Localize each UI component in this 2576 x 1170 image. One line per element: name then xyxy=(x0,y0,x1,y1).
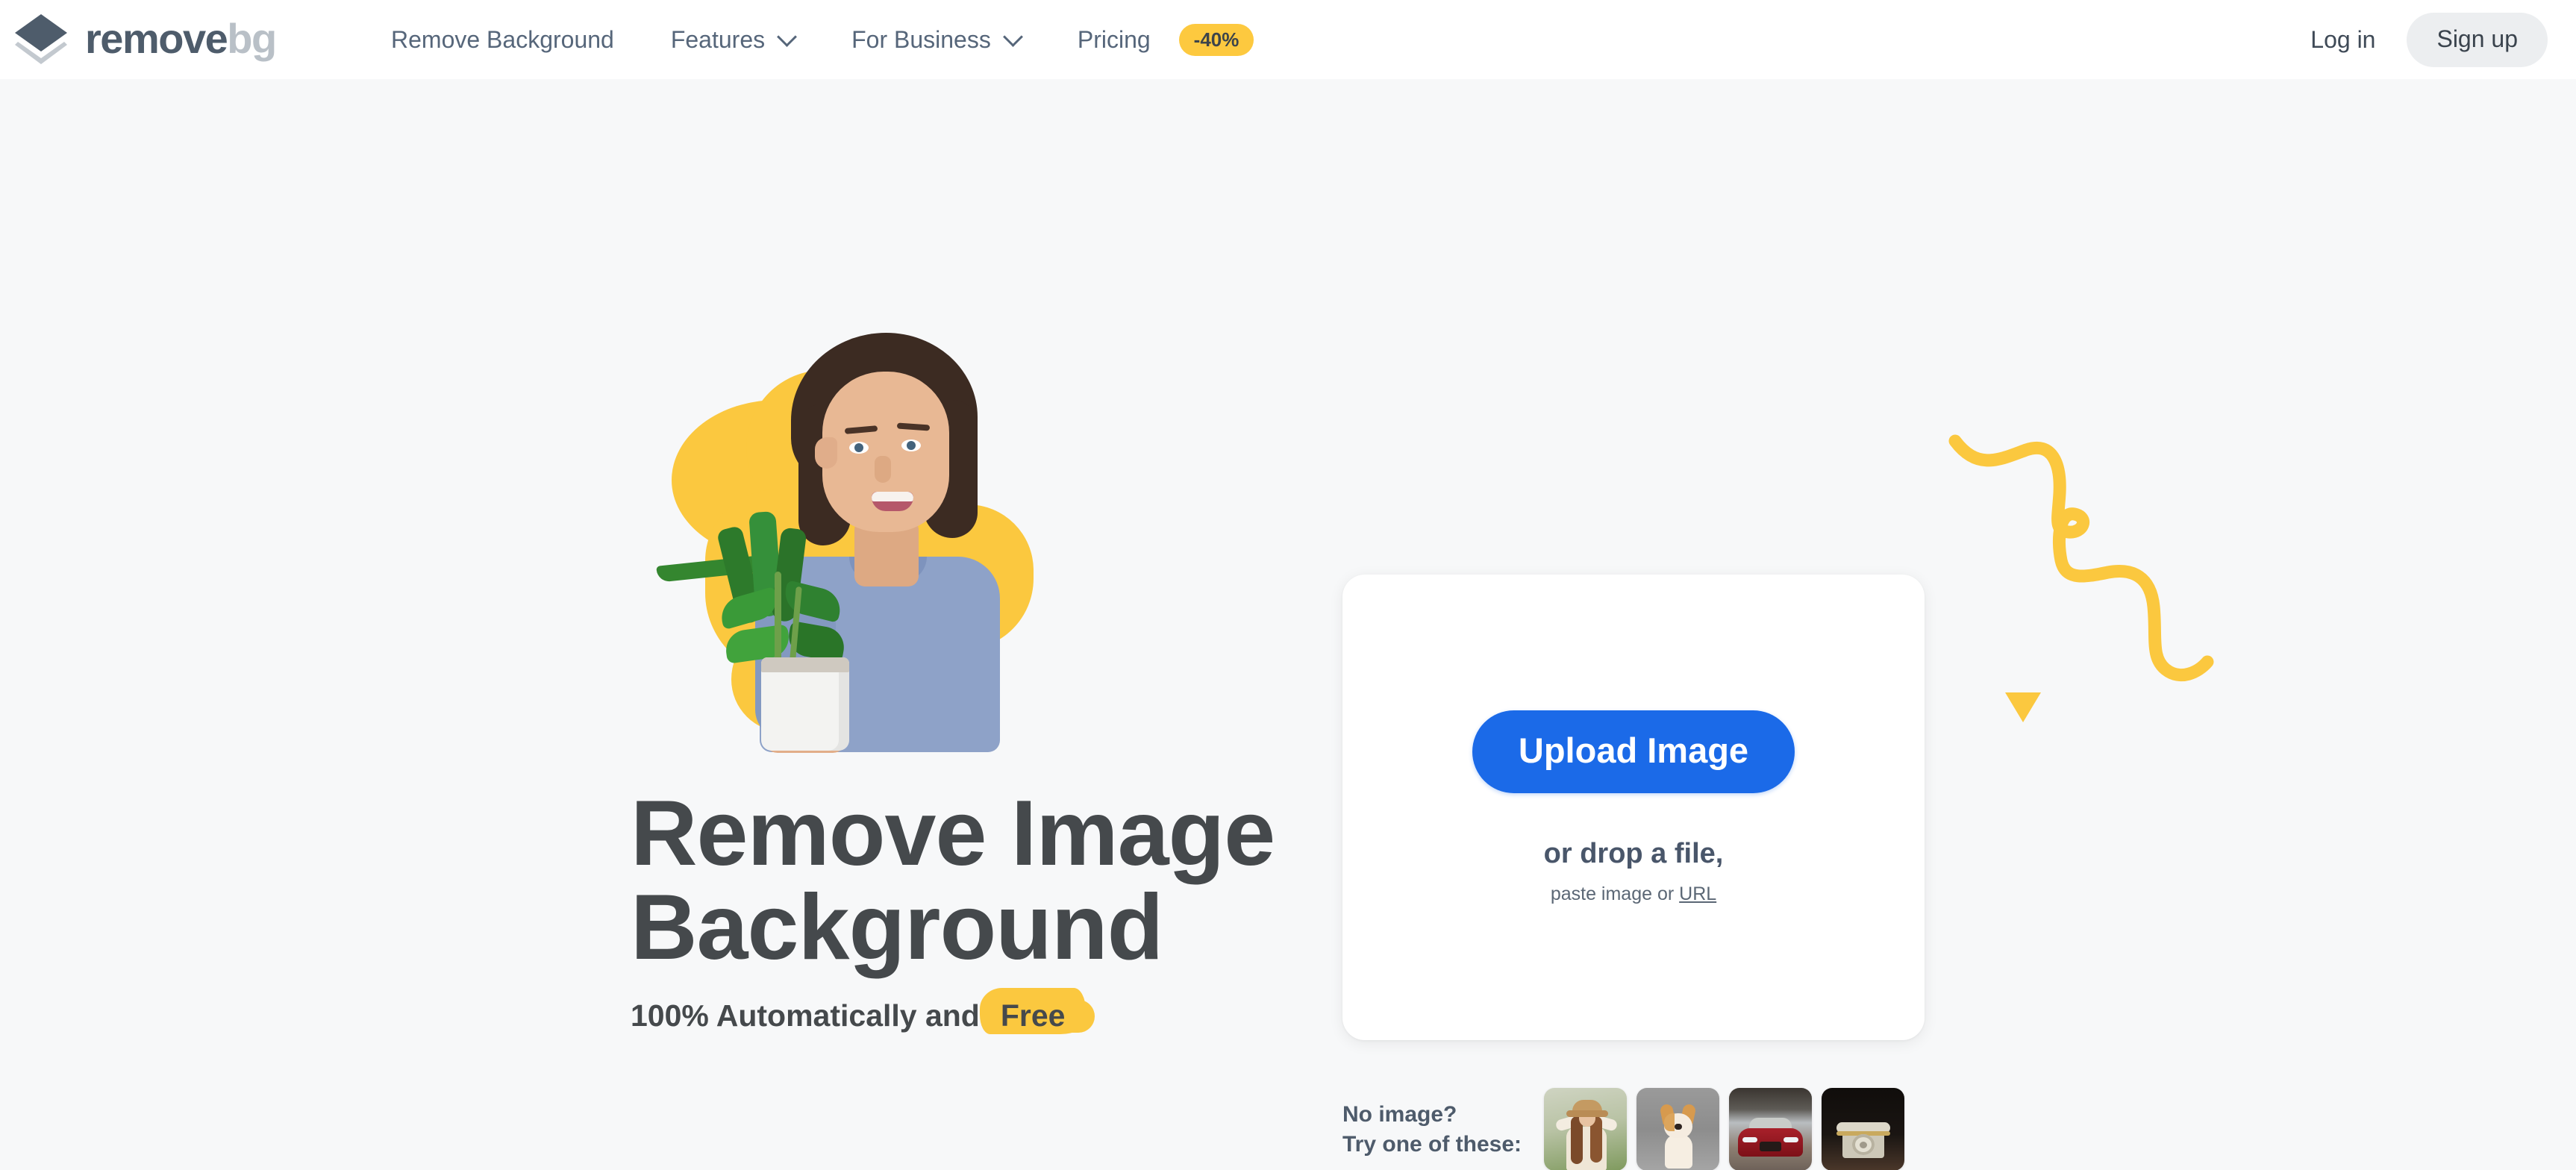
sample-images-section: No image? Try one of these: xyxy=(1342,1088,1904,1170)
nav-item-pricing[interactable]: Pricing -40% xyxy=(1049,0,1283,79)
nav-label: Features xyxy=(670,25,766,53)
free-label: Free xyxy=(1000,998,1066,1033)
subtitle-text: 100% Automatically and xyxy=(631,998,980,1033)
upload-dropzone-card[interactable]: Upload Image or drop a file, paste image… xyxy=(1342,575,1925,1040)
header-actions: Log in Sign up xyxy=(2289,0,2548,79)
upload-image-button[interactable]: Upload Image xyxy=(1472,710,1795,793)
sample-thumbnail-woman[interactable] xyxy=(1544,1088,1627,1170)
site-header: removebg Remove Background Features For … xyxy=(0,0,2576,79)
paste-url-hint: paste image or URL xyxy=(1551,883,1716,905)
logo-link[interactable]: removebg xyxy=(12,12,277,66)
chevron-down-icon xyxy=(778,29,795,46)
page-title: Remove Image Background xyxy=(631,786,1302,975)
free-highlight: Free xyxy=(979,988,1095,1034)
no-image-label: No image? xyxy=(1342,1101,1457,1127)
sample-images-label: No image? Try one of these: xyxy=(1342,1100,1544,1159)
url-link[interactable]: URL xyxy=(1679,883,1716,904)
sample-thumbnail-list xyxy=(1544,1088,1904,1170)
main-navigation: Remove Background Features For Business … xyxy=(363,0,1282,79)
paste-prefix-label: paste image or xyxy=(1550,883,1675,904)
signup-button[interactable]: Sign up xyxy=(2407,12,2548,67)
sample-thumbnail-car[interactable] xyxy=(1729,1088,1812,1170)
logo-wordmark: removebg xyxy=(85,15,277,62)
sample-thumbnail-dog[interactable] xyxy=(1636,1088,1719,1170)
sample-thumbnail-telephone[interactable] xyxy=(1822,1088,1904,1170)
page-body: Remove Image Background 100% Automatical… xyxy=(0,79,2576,1170)
potted-plant xyxy=(656,482,888,751)
page-subtitle: 100% Automatically and Free xyxy=(631,988,1095,1034)
headline-line-2: Background xyxy=(631,876,1163,980)
yellow-triangle-decoration xyxy=(2005,692,2041,722)
hero-illustration xyxy=(656,333,1142,758)
nav-label: Remove Background xyxy=(391,25,614,53)
stacked-layers-diamond-icon xyxy=(12,12,70,66)
discount-badge: -40% xyxy=(1178,23,1254,56)
login-link[interactable]: Log in xyxy=(2289,26,2396,54)
logo-word-remove: remove xyxy=(85,15,228,62)
try-one-label: Try one of these: xyxy=(1342,1131,1522,1157)
chevron-down-icon xyxy=(1004,29,1021,46)
nav-item-for-business[interactable]: For Business xyxy=(823,0,1049,79)
drop-file-label: or drop a file, xyxy=(1543,837,1724,869)
headline-line-1: Remove Image xyxy=(631,782,1275,885)
nav-label: For Business xyxy=(851,25,991,53)
nav-item-remove-background[interactable]: Remove Background xyxy=(363,0,643,79)
nav-item-features[interactable]: Features xyxy=(643,0,823,79)
yellow-squiggle-decoration xyxy=(1948,419,2246,717)
logo-word-bg: bg xyxy=(227,15,277,62)
nav-label: Pricing xyxy=(1077,25,1151,53)
